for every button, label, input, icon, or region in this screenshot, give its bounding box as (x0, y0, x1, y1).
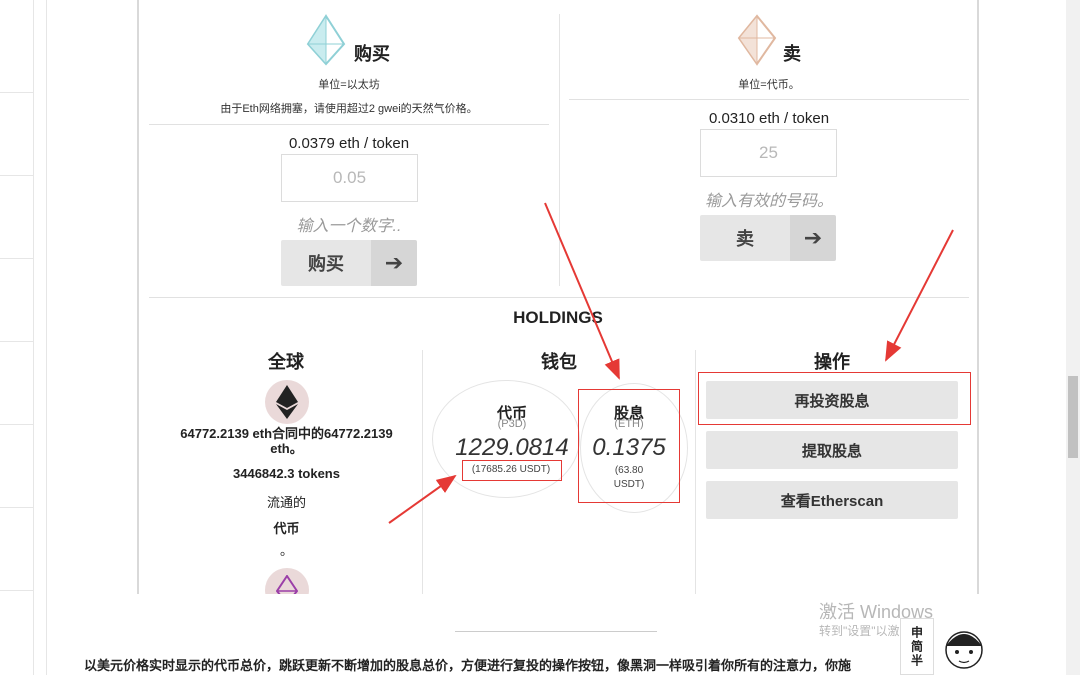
buy-hint: 输入一个数字.. (296, 218, 402, 235)
global-circulating: 流通的 (266, 495, 306, 510)
sell-title: 卖 (783, 44, 801, 64)
wallet-title: 钱包 (541, 352, 577, 372)
holdings-title: HOLDINGS (513, 308, 603, 327)
dividend-highlight (578, 389, 680, 503)
sell-amount-input[interactable]: 25 (700, 129, 837, 177)
buy-button-label: 购买 (281, 240, 371, 286)
page: 购买 单位=以太坊 由于Eth网络拥塞，请使用超过2 gwei的天然气价格。 0… (0, 0, 1080, 675)
token-usd-highlight (462, 460, 562, 481)
sell-price: 0.0310 eth / token (708, 110, 830, 127)
arrow-right-icon: ➔ (790, 215, 836, 261)
sticker-tag: 申简半 (900, 618, 934, 675)
buy-title: 购买 (354, 44, 390, 64)
buy-amount-input[interactable]: 0.05 (281, 154, 418, 202)
sell-logo-row: 卖 (569, 14, 969, 66)
etherscan-button[interactable]: 查看Etherscan (706, 481, 958, 519)
eth-diamond-icon (737, 14, 777, 66)
withdraw-button[interactable]: 提取股息 (706, 431, 958, 469)
scrollbar[interactable] (1066, 0, 1080, 675)
buy-button[interactable]: 购买 ➔ (281, 240, 417, 286)
wallet-token-value: 1229.0814 (455, 434, 569, 461)
article-caption: 以美元价格实时显示的代币总价，跳跃更新不断增加的股息总价，方便进行复投的操作按钮… (84, 658, 852, 673)
global-token-icon (265, 568, 309, 594)
global-token-word: 代币 (273, 521, 300, 536)
arrow-right-icon: ➔ (371, 240, 417, 286)
buy-unit: 单位=以太坊 (318, 79, 380, 91)
sell-button[interactable]: 卖 ➔ (700, 215, 836, 261)
buy-panel: 购买 单位=以太坊 由于Eth网络拥塞，请使用超过2 gwei的天然气价格。 0… (149, 0, 549, 300)
sell-panel: 卖 单位=代币。 0.0310 eth / token 25 输入有效的号码。 … (569, 0, 969, 300)
sell-hint: 输入有效的号码。 (704, 193, 833, 210)
eth-diamond-icon (306, 14, 346, 66)
avatar-sticker: 申简半 (900, 618, 994, 675)
sell-unit: 单位=代币。 (738, 79, 800, 91)
global-title: 全球 (268, 352, 304, 372)
global-eth-amount: 64772.2139 eth合同中的64772.2139 eth。 (180, 426, 393, 456)
dapp-screenshot: 购买 单位=以太坊 由于Eth网络拥塞，请使用超过2 gwei的天然气价格。 0… (137, 0, 979, 594)
left-margin (0, 0, 34, 675)
scrollbar-thumb[interactable] (1068, 376, 1078, 458)
left-margin-line (46, 0, 47, 675)
reinvest-button[interactable]: 再投资股息 (706, 381, 958, 419)
wallet-token-unit: (P3D) (497, 418, 527, 430)
cartoon-face-icon (934, 618, 994, 675)
buy-price: 0.0379 eth / token (288, 135, 410, 152)
sell-button-label: 卖 (700, 215, 790, 261)
global-dot: 。 (279, 543, 293, 558)
global-eth-icon (265, 380, 309, 424)
buy-logo-row: 购买 (149, 14, 549, 66)
global-tokens: 3446842.3 tokens (233, 466, 340, 481)
buy-notice: 由于Eth网络拥塞，请使用超过2 gwei的天然气价格。 (220, 103, 478, 115)
actions-title: 操作 (814, 352, 850, 372)
